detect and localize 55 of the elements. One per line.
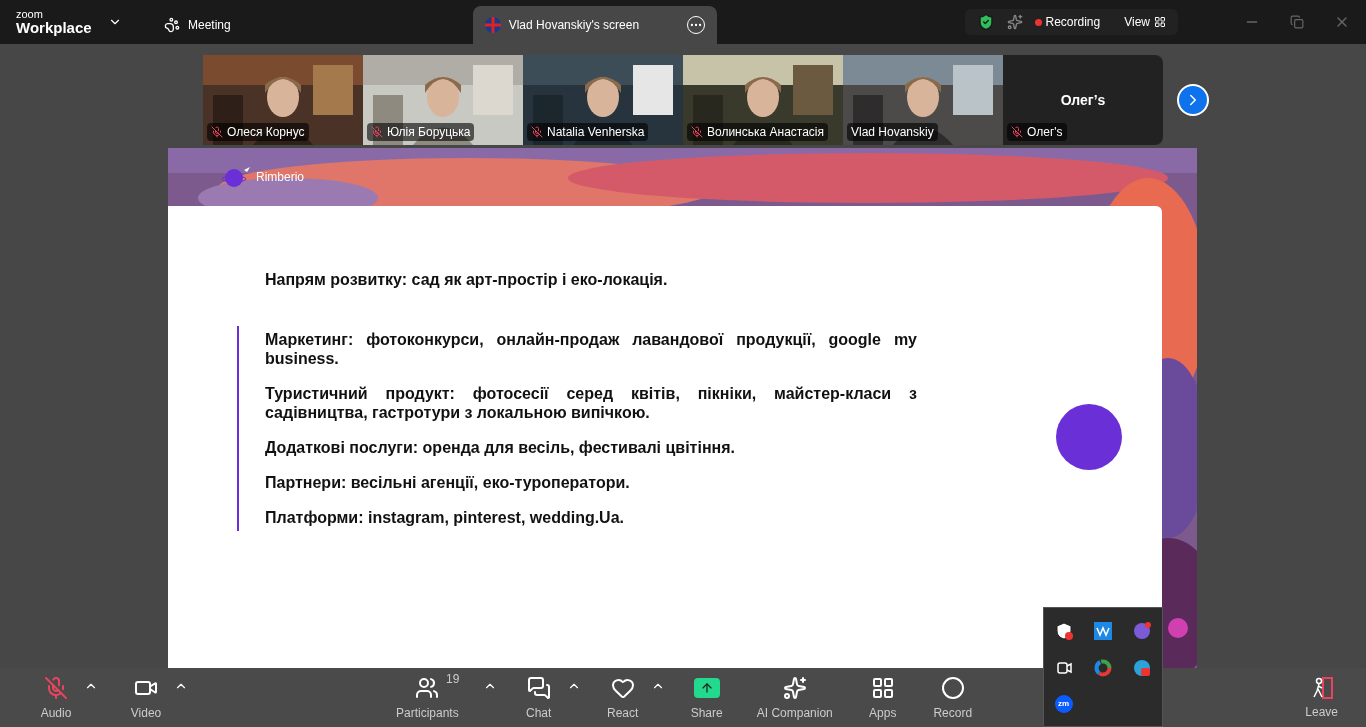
- video-tile[interactable]: Natalia Venherska: [523, 55, 683, 145]
- view-button[interactable]: View: [1124, 14, 1166, 30]
- chat-icon: [526, 675, 551, 700]
- participant-name: Vlad Hovanskiy: [851, 124, 934, 140]
- share-button[interactable]: Share: [678, 674, 735, 721]
- restore-icon[interactable]: [1290, 15, 1304, 29]
- chat-bubble-icon[interactable]: [1132, 621, 1153, 641]
- shield-icon[interactable]: [1054, 622, 1073, 640]
- flag-icon: [484, 17, 501, 33]
- wave-icon[interactable]: [1094, 622, 1112, 640]
- chat-button[interactable]: Chat: [510, 674, 567, 721]
- slide-paragraph: Додаткові послуги: оренда для весіль, фестивалі цвітіння.: [265, 438, 736, 457]
- slide-paragraph: Партнери: весільні агенції, еко-туроператори.: [265, 473, 631, 492]
- slide-paragraph: Платформи: instagram, pinterest, wedding.Ua.: [265, 508, 625, 527]
- ring-icon[interactable]: [1094, 659, 1112, 677]
- slide-paragraph: Маркетинг: фотоконкурси, онлайн-продаж лавандової продукції, google my business.: [265, 330, 917, 368]
- video-tile[interactable]: Vlad Hovanskiy: [843, 55, 1003, 145]
- react-button[interactable]: React: [594, 674, 651, 721]
- video-tile[interactable]: Олеся Корнус: [203, 55, 363, 145]
- video-button[interactable]: Video: [118, 674, 174, 721]
- participant-name: Олег's: [1027, 124, 1063, 140]
- participant-name: Олеся Корнус: [227, 124, 305, 140]
- video-tile[interactable]: Волинська Анастасія: [683, 55, 843, 145]
- participant-tile[interactable]: Олег’s Олег's: [1003, 55, 1163, 145]
- ai-icon: [782, 675, 807, 700]
- leave-button[interactable]: Leave: [1305, 675, 1338, 720]
- planet-logo-icon: [222, 166, 252, 188]
- bubble-icon[interactable]: [1133, 659, 1152, 677]
- zoom-tray-icon[interactable]: zm: [1054, 695, 1073, 713]
- shield-icon[interactable]: [976, 13, 995, 31]
- paw-icon: [164, 17, 180, 33]
- slide-paragraph: Туристичний продукт: фотосесії серед квітів, пікніки, майстер-класи з садівництва, гастротури з локальною випічкою.: [265, 384, 917, 422]
- record-icon: [940, 675, 965, 700]
- camera-icon[interactable]: [1054, 659, 1073, 677]
- record-button[interactable]: Record: [924, 674, 981, 721]
- audio-button[interactable]: Audio: [28, 674, 84, 721]
- app-logo: zoom Workplace: [15, 9, 93, 35]
- tab[interactable]: Vlad Hovanskiy's screen: [472, 6, 717, 44]
- grid-icon: [1154, 16, 1166, 28]
- apps-icon: [870, 675, 895, 700]
- participant-name: Natalia Venherska: [547, 124, 645, 140]
- next-page-button[interactable]: [1177, 84, 1209, 116]
- participant-name-large: Олег’s: [1060, 91, 1106, 110]
- participant-name: Юлія Боруцька: [387, 124, 471, 140]
- participant-name: Волинська Анастасія: [707, 124, 825, 140]
- tab[interactable]: Meeting: [152, 6, 243, 44]
- ai-companion-button[interactable]: AI Companion: [748, 674, 841, 721]
- recording-indicator[interactable]: Recording: [1034, 14, 1101, 30]
- video-tile[interactable]: Юлія Боруцька: [363, 55, 523, 145]
- brand-name: Rimberio: [256, 169, 304, 185]
- share-icon: [693, 677, 720, 698]
- slide-heading: Напрям розвитку: сад як арт-простір і еко-локація.: [265, 270, 669, 290]
- apps-button[interactable]: Apps: [854, 674, 911, 721]
- participants-icon: [415, 675, 440, 700]
- sparkle-icon[interactable]: [1006, 14, 1023, 30]
